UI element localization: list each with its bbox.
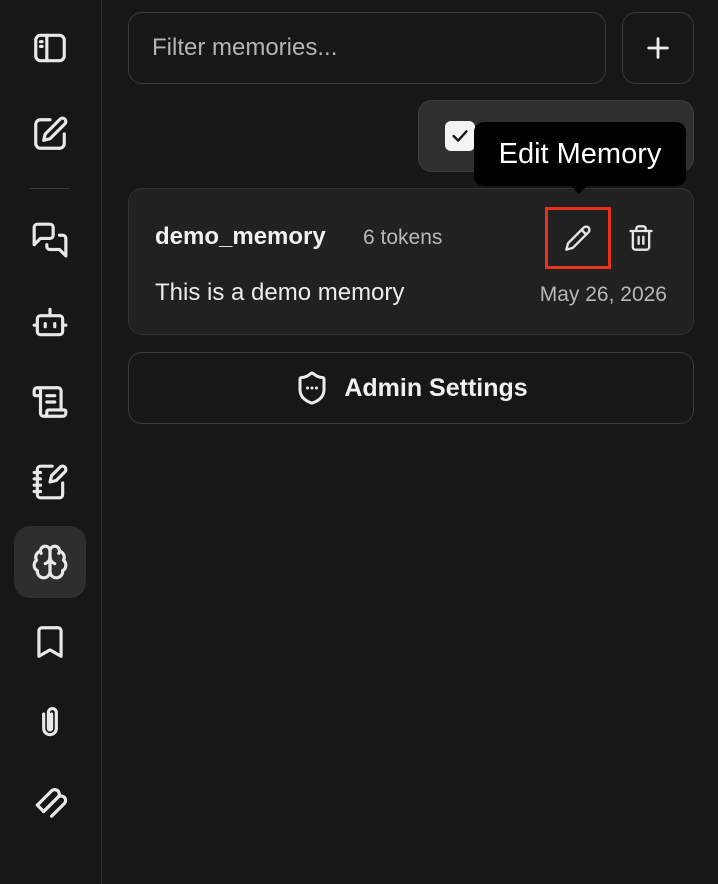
sidebar-panel-icon xyxy=(34,33,66,63)
shield-icon xyxy=(298,371,326,405)
app-window: Filter memories... Edit Memory demo_memo… xyxy=(0,0,718,884)
add-memory-button[interactable] xyxy=(622,12,694,84)
admin-settings-label: Admin Settings xyxy=(344,373,528,402)
notebook-pen-icon xyxy=(32,464,68,500)
edit-memory-tooltip: Edit Memory xyxy=(474,122,686,186)
memory-toggle-checkbox[interactable] xyxy=(445,121,475,151)
check-icon xyxy=(452,130,468,142)
tooltip-text: Edit Memory xyxy=(498,137,662,170)
toggle-sidebar-button[interactable] xyxy=(14,12,86,84)
brain-icon xyxy=(32,544,68,580)
attachments-button[interactable] xyxy=(14,686,86,758)
plus-icon xyxy=(647,37,669,59)
prompts-button[interactable] xyxy=(14,366,86,438)
memory-card: demo_memory 6 tokens This is a demo memo… xyxy=(128,188,694,335)
paperclip-icon xyxy=(42,706,58,737)
chat-bubbles-icon xyxy=(32,222,68,258)
notebook-button[interactable] xyxy=(14,446,86,518)
bookmark-icon xyxy=(37,626,63,658)
admin-settings-button[interactable]: Admin Settings xyxy=(128,352,694,424)
pencil-icon xyxy=(565,225,591,251)
memories-button[interactable] xyxy=(14,526,86,598)
memory-key: demo_memory xyxy=(155,223,326,250)
agents-button[interactable] xyxy=(14,286,86,358)
edit-memory-button[interactable] xyxy=(545,207,611,269)
rail-divider xyxy=(30,188,70,189)
tools-icon xyxy=(35,788,68,818)
new-chat-button[interactable] xyxy=(14,98,86,170)
memory-date: May 26, 2026 xyxy=(539,283,667,306)
chats-button[interactable] xyxy=(14,204,86,276)
trash-icon xyxy=(629,225,653,251)
bot-icon xyxy=(32,307,68,337)
search-input[interactable]: Filter memories... xyxy=(128,12,606,84)
memory-token-count: 6 tokens xyxy=(363,226,443,249)
nav-rail xyxy=(0,0,102,884)
pen-square-icon xyxy=(34,116,68,150)
scroll-icon xyxy=(32,386,68,418)
tools-button[interactable] xyxy=(14,766,86,838)
delete-memory-button[interactable] xyxy=(621,215,661,261)
memory-value: This is a demo memory xyxy=(155,279,405,306)
bookmarks-button[interactable] xyxy=(14,606,86,678)
search-placeholder: Filter memories... xyxy=(152,34,338,61)
tooltip-arrow xyxy=(570,185,588,194)
